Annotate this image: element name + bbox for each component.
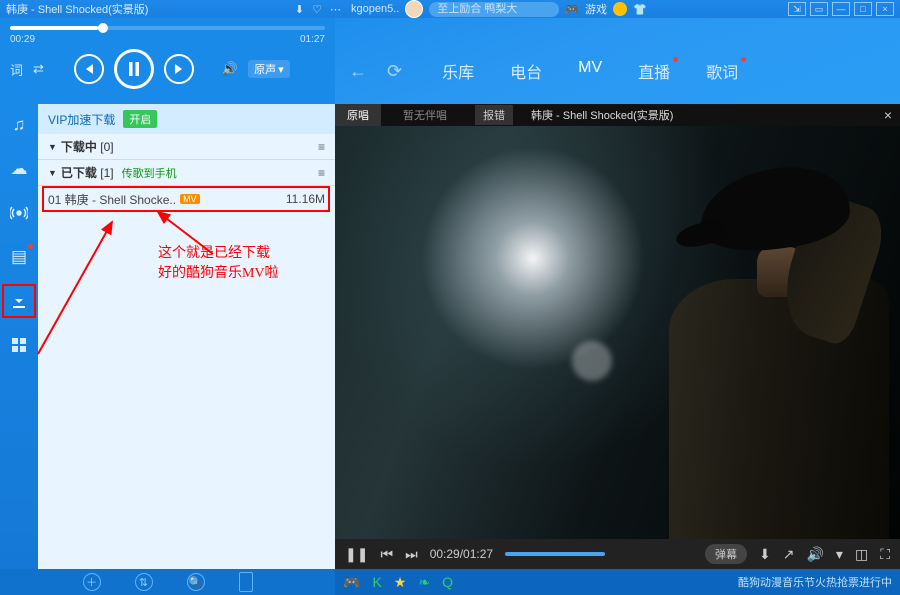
- video-tab-karaoke[interactable]: 暂无伴唱: [391, 104, 459, 126]
- bottom-bar: ＋ ⇅ 🔍 🎮 K ★ ❧ Q 酷狗动漫音乐节火热抢票进行中: [0, 569, 900, 595]
- gamepad-icon[interactable]: 🎮: [565, 3, 579, 16]
- download-panel: VIP加速下载 开启 ▼ 下载中 [0] ≡ ▼ 已下载 [1] 传歌到手机 ≡…: [38, 104, 335, 569]
- current-time: 00:29: [10, 34, 35, 45]
- game-label[interactable]: 游戏: [585, 1, 607, 17]
- downloads-tab-icon[interactable]: [8, 290, 30, 312]
- mini-mode-button[interactable]: ⇲: [788, 2, 806, 16]
- title-bar: 韩庚 - Shell Shocked(实景版) ⬇ ♡ ⋯ kgopen5.. …: [0, 0, 900, 18]
- close-button[interactable]: ×: [876, 2, 894, 16]
- video-share-icon[interactable]: ↗: [783, 546, 795, 563]
- left-sidebar: ♫ ☁ ▤: [0, 104, 38, 569]
- ticker-text[interactable]: 酷狗动漫音乐节火热抢票进行中: [738, 574, 892, 590]
- apps-icon[interactable]: [8, 334, 30, 356]
- tab-lyrics[interactable]: 歌词: [706, 59, 738, 83]
- add-button[interactable]: ＋: [83, 573, 101, 591]
- danmu-button[interactable]: 弹幕: [705, 544, 747, 564]
- maximize-button[interactable]: □: [854, 2, 872, 16]
- kgopen-label[interactable]: kgopen5..: [351, 3, 399, 15]
- caret-down-icon[interactable]: ▾: [836, 546, 843, 563]
- fullscreen-icon[interactable]: ⛶: [880, 546, 890, 563]
- app-k-icon[interactable]: K: [372, 574, 381, 590]
- lyrics-icon[interactable]: 词: [10, 60, 23, 79]
- compact-button[interactable]: ▭: [810, 2, 828, 16]
- video-volume-icon[interactable]: 🔊: [806, 546, 823, 563]
- video-area: 原唱 暂无伴唱 报错 韩庚 - Shell Shocked(实景版) ×: [335, 104, 900, 569]
- tab-library[interactable]: 乐库: [442, 59, 474, 83]
- transfer-to-phone-link[interactable]: 传歌到手机: [122, 165, 177, 181]
- app-star-icon[interactable]: ★: [394, 574, 407, 591]
- next-button[interactable]: [164, 54, 194, 84]
- volume-icon[interactable]: 🔊: [222, 61, 238, 77]
- menu-icon[interactable]: ≡: [318, 140, 325, 154]
- heart-icon[interactable]: ♡: [312, 3, 322, 16]
- tab-mv[interactable]: MV: [578, 59, 602, 83]
- tab-live[interactable]: 直播: [638, 59, 670, 83]
- phone-button[interactable]: [239, 572, 253, 592]
- annotation-text: 这个就是已经下载 好的酷狗音乐MV啦: [158, 244, 279, 283]
- search-input[interactable]: 至上励合 鸭梨大: [429, 2, 559, 17]
- annotation-box: [42, 186, 330, 212]
- app-q-icon[interactable]: Q: [442, 574, 453, 590]
- quality-icon[interactable]: ◫: [855, 546, 868, 563]
- video-progress[interactable]: [505, 552, 605, 556]
- video-tab-original[interactable]: 原唱: [335, 104, 381, 126]
- shuffle-icon[interactable]: ⇄: [33, 61, 44, 77]
- prev-button[interactable]: [74, 54, 104, 84]
- vip-accel-label: VIP加速下载: [48, 111, 115, 128]
- video-controls: ❚❚ ⏮ ⏭ 00:29/01:27 弹幕 ⬇ ↗ 🔊 ▾ ◫ ⛶: [335, 539, 900, 569]
- shirt-icon[interactable]: 👕: [633, 3, 647, 16]
- broadcast-icon[interactable]: [8, 202, 30, 224]
- top-right-strip: [335, 18, 900, 38]
- download-small-icon[interactable]: ⬇: [295, 3, 304, 16]
- menu-icon[interactable]: ≡: [318, 166, 325, 180]
- more-icon[interactable]: ⋯: [330, 3, 341, 16]
- video-close-icon[interactable]: ×: [876, 107, 900, 123]
- search-button[interactable]: 🔍: [187, 573, 205, 591]
- cloud-icon[interactable]: ☁: [8, 158, 30, 180]
- player-header: 00:29 01:27 词 ⇄ 🔊 原声 ▾: [0, 18, 900, 104]
- nav-refresh-icon[interactable]: ⟳: [387, 61, 402, 82]
- video-next-icon[interactable]: ⏭: [405, 546, 418, 563]
- minimize-button[interactable]: —: [832, 2, 850, 16]
- tab-radio[interactable]: 电台: [510, 59, 542, 83]
- main-tabs: 乐库 电台 MV 直播 歌词: [442, 59, 738, 83]
- app-leaf-icon[interactable]: ❧: [418, 574, 430, 591]
- video-frame[interactable]: [335, 126, 900, 539]
- now-playing-title: 韩庚 - Shell Shocked(实景版): [6, 1, 148, 17]
- avatar[interactable]: [405, 0, 423, 18]
- video-title: 韩庚 - Shell Shocked(实景版): [531, 107, 673, 123]
- video-pause-icon[interactable]: ❚❚: [345, 546, 368, 563]
- sort-button[interactable]: ⇅: [135, 573, 153, 591]
- sound-mode-button[interactable]: 原声 ▾: [248, 60, 290, 78]
- video-prev-icon[interactable]: ⏮: [380, 546, 393, 563]
- total-time: 01:27: [300, 34, 325, 45]
- video-time: 00:29/01:27: [430, 547, 493, 561]
- section-downloaded[interactable]: ▼ 已下载 [1] 传歌到手机 ≡: [38, 160, 335, 186]
- music-icon[interactable]: ♫: [8, 114, 30, 136]
- report-button[interactable]: 报错: [475, 105, 513, 125]
- section-downloading[interactable]: ▼ 下载中 [0] ≡: [38, 134, 335, 160]
- progress-bar[interactable]: [10, 26, 325, 30]
- gamepad2-icon[interactable]: 🎮: [343, 574, 360, 591]
- vip-on-badge[interactable]: 开启: [123, 110, 157, 128]
- collapse-icon: ▼: [48, 168, 57, 178]
- video-download-icon[interactable]: ⬇: [759, 546, 771, 563]
- coin-icon[interactable]: [613, 2, 627, 16]
- nav-back-icon[interactable]: ←: [349, 61, 367, 82]
- pause-button[interactable]: [114, 49, 154, 89]
- playlist-icon[interactable]: ▤: [8, 246, 30, 268]
- collapse-icon: ▼: [48, 142, 57, 152]
